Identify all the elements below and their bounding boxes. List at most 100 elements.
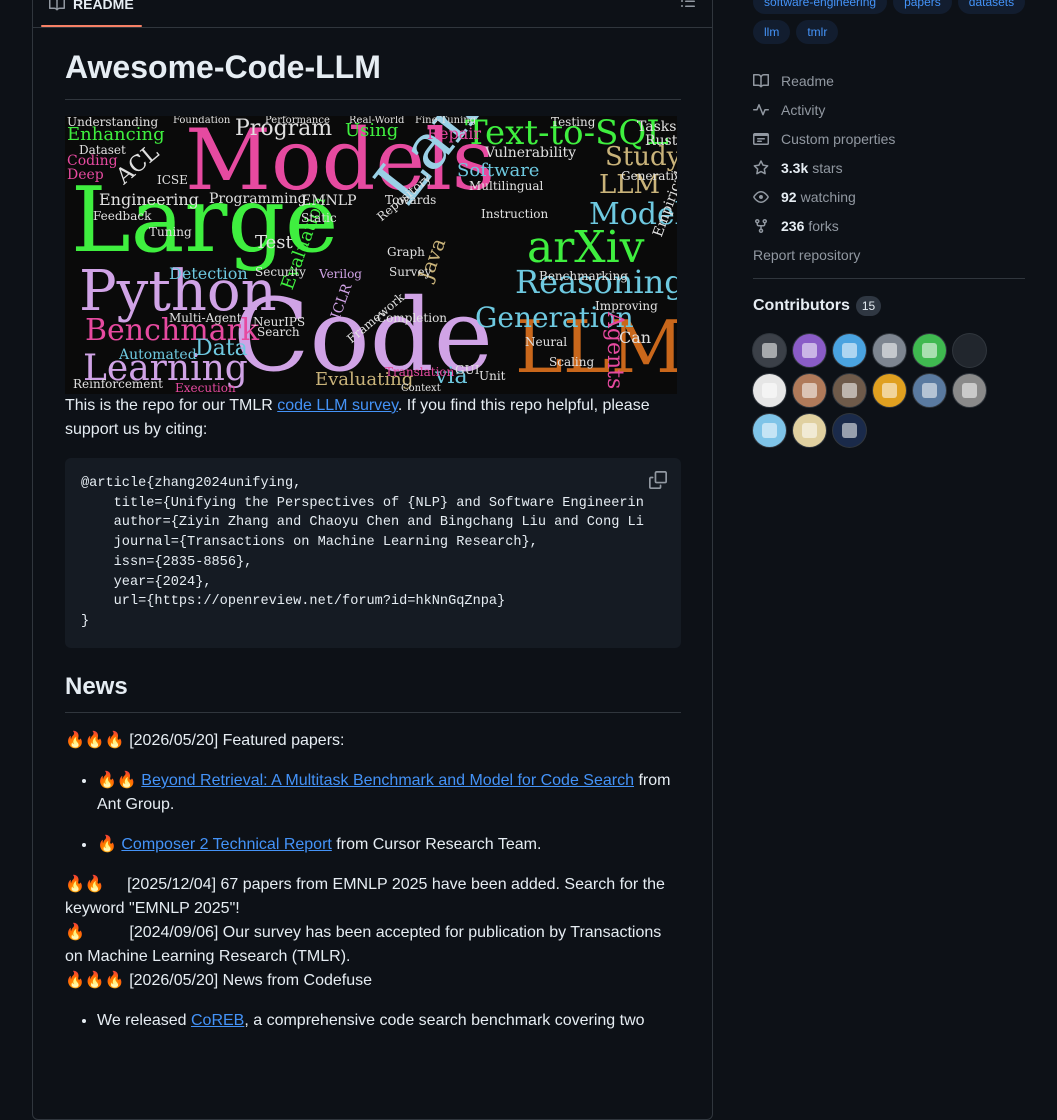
wordcloud-word: Can [619, 328, 652, 347]
news-list-1: 🔥🔥 Beyond Retrieval: A Multitask Benchma… [65, 769, 681, 857]
avatar-glyph [882, 383, 897, 398]
contributor-avatar[interactable] [873, 334, 906, 367]
contributors-label: Contributors [753, 297, 850, 314]
topic-tag[interactable]: llm [753, 20, 791, 44]
forks-link[interactable]: 236 forks [753, 211, 1025, 240]
wordcloud-word: Graph [387, 245, 425, 259]
wordcloud-word: Completion [377, 311, 448, 325]
coreb-link[interactable]: CoREB [191, 1012, 244, 1029]
list-item-text: from Cursor Research Team. [331, 836, 542, 853]
wordcloud-word: Detection [169, 264, 248, 283]
stars-count: 3.3k [781, 159, 809, 176]
intro-text: This is the repo for our TMLR [65, 397, 278, 414]
wordcloud-word: Real-World [349, 116, 405, 126]
contributor-avatar[interactable] [953, 374, 986, 407]
readme-panel: README Awesome-Code-LLM Models Large Code L… [32, 0, 713, 1120]
avatar-glyph [842, 343, 857, 358]
wordcloud-word: Benchmarking [539, 269, 628, 283]
readme-tab[interactable]: README [49, 0, 134, 15]
wordcloud-word: Programming [209, 191, 307, 207]
avatar-glyph [882, 343, 897, 358]
contributor-avatar[interactable] [953, 334, 986, 367]
star-icon [753, 159, 769, 176]
contributor-avatar[interactable] [833, 414, 866, 447]
wordcloud-word: Software [457, 160, 540, 181]
topic-tag[interactable]: tmlr [796, 20, 839, 44]
list-item: 🔥 Composer 2 Technical Report from Curso… [97, 833, 681, 857]
watching-link[interactable]: 92 watching [753, 182, 1025, 211]
readme-header: README [33, 0, 712, 28]
page-title: Awesome-Code-LLM [65, 47, 681, 100]
link-label: Readme [781, 72, 834, 89]
wordcloud-word: Vulnerability [485, 145, 576, 161]
paper-link[interactable]: Beyond Retrieval: A Multitask Benchmark … [141, 772, 634, 789]
avatar-glyph [922, 383, 937, 398]
contributor-avatar[interactable] [873, 374, 906, 407]
contributor-avatar[interactable] [793, 374, 826, 407]
contributor-avatar[interactable] [753, 414, 786, 447]
news-entry-4: 🔥🔥🔥 [2026/05/20] News from Codefuse [65, 972, 373, 989]
fire-emoji: 🔥 [97, 836, 122, 853]
readme-article: Awesome-Code-LLM ModelsLargeCodeLanguage… [65, 47, 681, 1049]
outline-list-icon[interactable] [680, 0, 696, 9]
contributor-avatar[interactable] [913, 334, 946, 367]
contributor-avatar[interactable] [833, 334, 866, 367]
wordcloud-word: Multilingual [469, 179, 544, 193]
wordcloud-word: Test [255, 232, 293, 253]
contributor-avatar[interactable] [793, 334, 826, 367]
avatar-glyph [962, 343, 977, 358]
contributor-avatar[interactable] [753, 374, 786, 407]
citation-code: @article{zhang2024unifying, title={Unify… [81, 476, 644, 629]
contributor-avatar[interactable] [913, 374, 946, 407]
topic-tag[interactable]: datasets [957, 0, 1026, 14]
avatar-glyph [762, 383, 777, 398]
avatar-glyph [762, 343, 777, 358]
repo-meta-links: Readme Activity Custom properties 3.3k st… [753, 66, 1025, 269]
paper-link[interactable]: Composer 2 Technical Report [121, 836, 331, 853]
report-repository-link[interactable]: Report repository [753, 240, 1025, 269]
custom-properties-icon [753, 131, 769, 147]
wordcloud-word: Context [401, 383, 441, 394]
activity-link[interactable]: Activity [753, 95, 1025, 124]
avatar-glyph [802, 343, 817, 358]
survey-link[interactable]: code LLM survey [277, 397, 398, 414]
topic-tag[interactable]: software-engineering [753, 0, 888, 14]
contributor-avatar[interactable] [833, 374, 866, 407]
link-label: Custom properties [781, 130, 896, 147]
avatar-glyph [802, 383, 817, 398]
contributor-avatar[interactable] [793, 414, 826, 447]
wordcloud-word: Tuning [149, 225, 192, 239]
wordcloud-word: Survey [389, 265, 432, 279]
readme-link[interactable]: Readme [753, 66, 1025, 95]
wordcloud-word: Security [255, 265, 306, 279]
wordcloud-word: Improving [595, 299, 658, 313]
contributors-count-badge: 15 [855, 296, 882, 316]
wordcloud-word: Verilog [319, 267, 362, 281]
readme-tab-label: README [73, 0, 134, 12]
fire-emoji: 🔥🔥 [97, 772, 142, 789]
wordcloud-word: Scaling [549, 355, 595, 369]
wordcloud-word: Coding [67, 153, 118, 169]
book-icon [49, 0, 65, 12]
wordcloud-word: Rust [645, 133, 677, 149]
active-tab-indicator [41, 25, 142, 27]
wordcloud-word: Understanding [67, 116, 159, 129]
avatar-glyph [962, 383, 977, 398]
stars-link[interactable]: 3.3k stars [753, 153, 1025, 182]
topics-list: software-engineering papers datasets llm… [753, 0, 1033, 44]
news-list-4: We released CoREB, a comprehensive code … [65, 1009, 681, 1033]
list-item: We released CoREB, a comprehensive code … [97, 1009, 681, 1033]
citation-codeblock: @article{zhang2024unifying, title={Unify… [65, 458, 681, 648]
news-entry-1: 🔥🔥🔥 [2026/05/20] Featured papers: [65, 732, 345, 749]
activity-icon [753, 102, 769, 118]
contributors-heading[interactable]: Contributors 15 [753, 296, 882, 316]
copy-icon[interactable] [649, 471, 667, 489]
wordcloud-word: Data [195, 336, 248, 361]
wordcloud-word: Search [257, 325, 300, 339]
topic-tag[interactable]: papers [893, 0, 952, 14]
wordcloud-word: Fine-Tuning [415, 116, 477, 126]
news-entry-2: 🔥🔥 [2025/12/04] 67 papers from EMNLP 202… [65, 876, 670, 917]
wordcloud-word: Automated [119, 347, 197, 363]
contributor-avatar[interactable] [753, 334, 786, 367]
custom-properties-link[interactable]: Custom properties [753, 124, 1025, 153]
